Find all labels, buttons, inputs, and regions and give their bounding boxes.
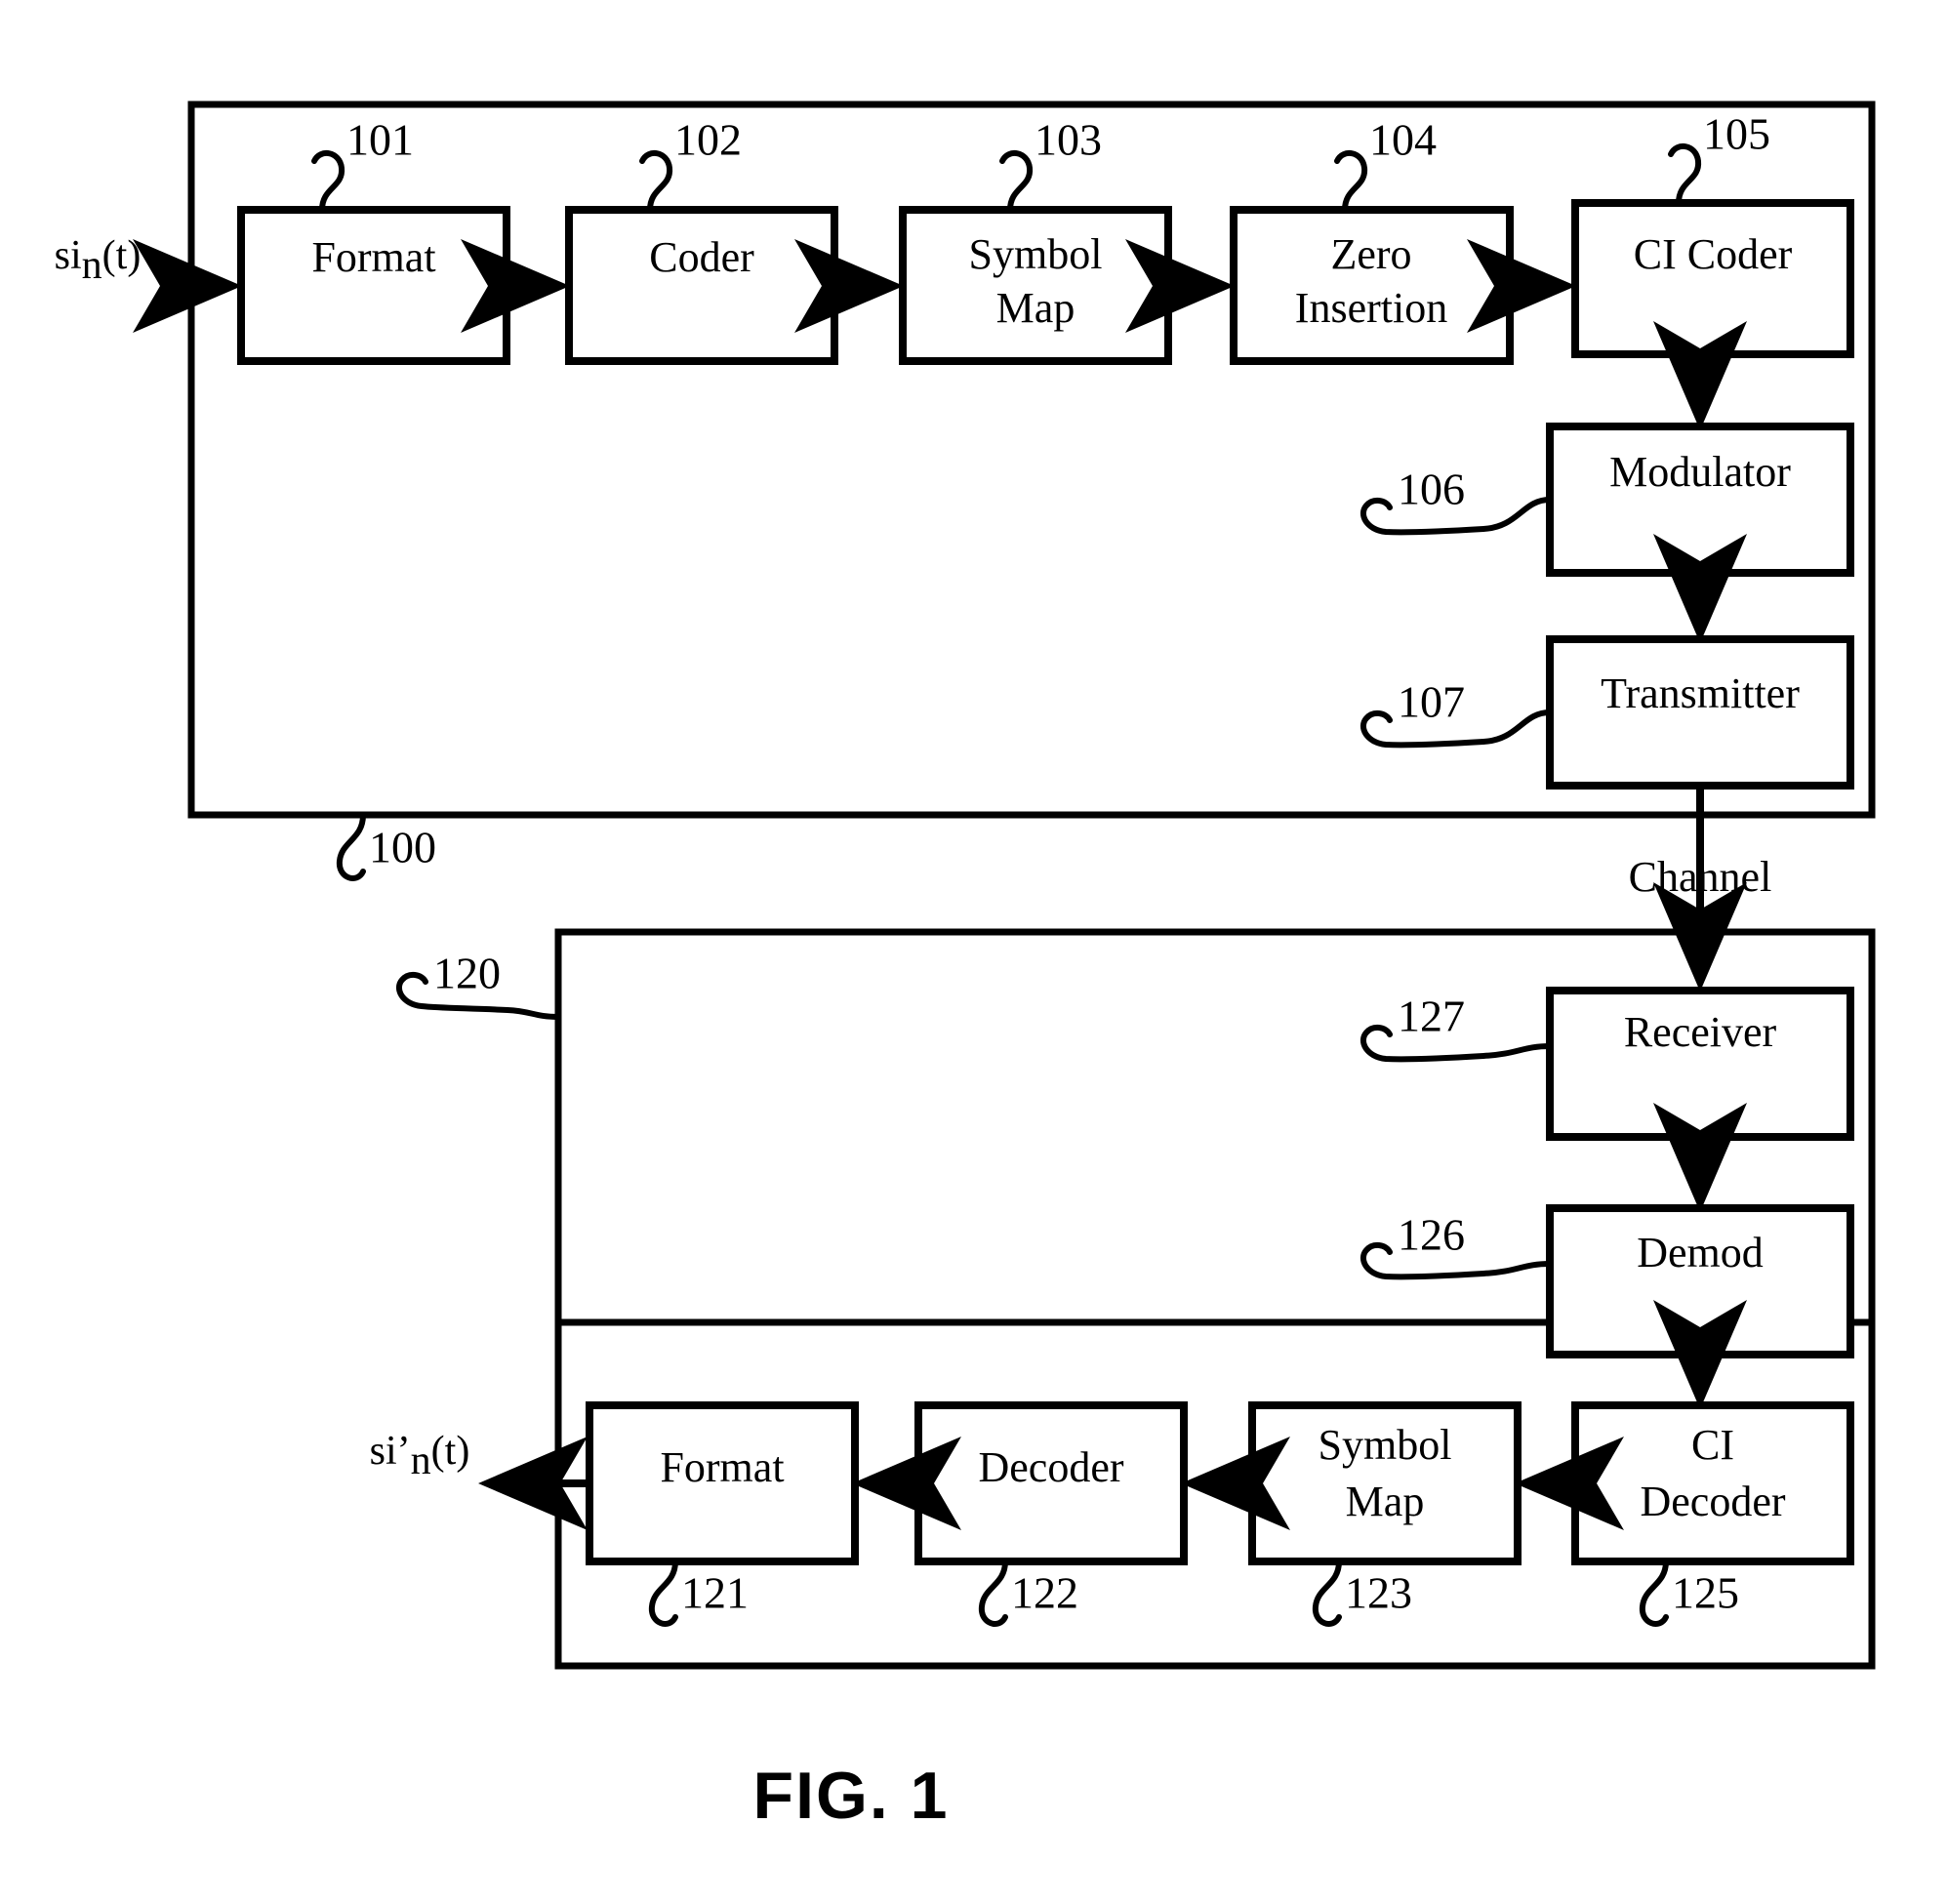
block-diagram-canvas: Format Coder Symbol Map Zero Insertion C… (55, 101, 1876, 1833)
leader-123 (1312, 1559, 1342, 1627)
ref-120: 120 (433, 949, 501, 998)
patent-figure: Format Coder Symbol Map Zero Insertion C… (0, 0, 1948, 1904)
ref-127: 127 (1398, 992, 1465, 1041)
block-demod-label: Demod (1637, 1229, 1764, 1276)
ref-105: 105 (1703, 109, 1770, 159)
ref-106: 106 (1398, 465, 1465, 514)
block-zero-insertion-label-1: Zero (1330, 230, 1411, 278)
leader-122 (978, 1559, 1008, 1627)
ref-122: 122 (1011, 1568, 1078, 1618)
block-receiver-label: Receiver (1624, 1008, 1777, 1056)
ref-102: 102 (674, 115, 742, 165)
ref-104: 104 (1369, 115, 1437, 165)
block-zero-insertion-label-2: Insertion (1295, 284, 1447, 332)
block-symbol-map-tx-label-1: Symbol (969, 230, 1103, 278)
block-transmitter-label: Transmitter (1601, 669, 1800, 717)
leader-103 (999, 150, 1034, 213)
ref-100: 100 (369, 823, 436, 872)
leader-105 (1668, 143, 1702, 206)
leader-125 (1639, 1559, 1669, 1627)
leader-121 (648, 1559, 678, 1627)
block-decoder-label: Decoder (978, 1443, 1123, 1491)
ref-121: 121 (681, 1568, 749, 1618)
block-format-tx-label: Format (311, 233, 435, 281)
leader-100 (336, 812, 366, 881)
block-ci-decoder-label-1: CI (1691, 1421, 1734, 1469)
output-signal-label: si’n(t) (370, 1429, 470, 1483)
block-ci-coder[interactable] (1571, 199, 1854, 358)
ref-107: 107 (1398, 677, 1465, 727)
leader-102 (639, 150, 673, 213)
ref-126: 126 (1398, 1210, 1465, 1260)
channel-label: Channel (1629, 853, 1772, 901)
block-ci-coder-label: CI Coder (1634, 230, 1793, 278)
block-symbol-map-tx-label-2: Map (996, 284, 1075, 332)
block-ci-decoder-label-2: Decoder (1640, 1478, 1785, 1525)
leader-101 (311, 150, 345, 213)
block-format-rx-label: Format (660, 1443, 784, 1491)
ref-101: 101 (346, 115, 414, 165)
ref-103: 103 (1035, 115, 1102, 165)
ref-123: 123 (1345, 1568, 1412, 1618)
block-coder-label: Coder (649, 233, 754, 281)
figure-caption: FIG. 1 (753, 1759, 950, 1833)
block-symbol-map-rx-label-1: Symbol (1319, 1421, 1452, 1469)
block-modulator-label: Modulator (1609, 448, 1791, 496)
leader-104 (1334, 150, 1368, 213)
block-symbol-map-rx-label-2: Map (1346, 1478, 1425, 1525)
input-signal-label: sin(t) (55, 233, 142, 288)
ref-125: 125 (1672, 1568, 1739, 1618)
